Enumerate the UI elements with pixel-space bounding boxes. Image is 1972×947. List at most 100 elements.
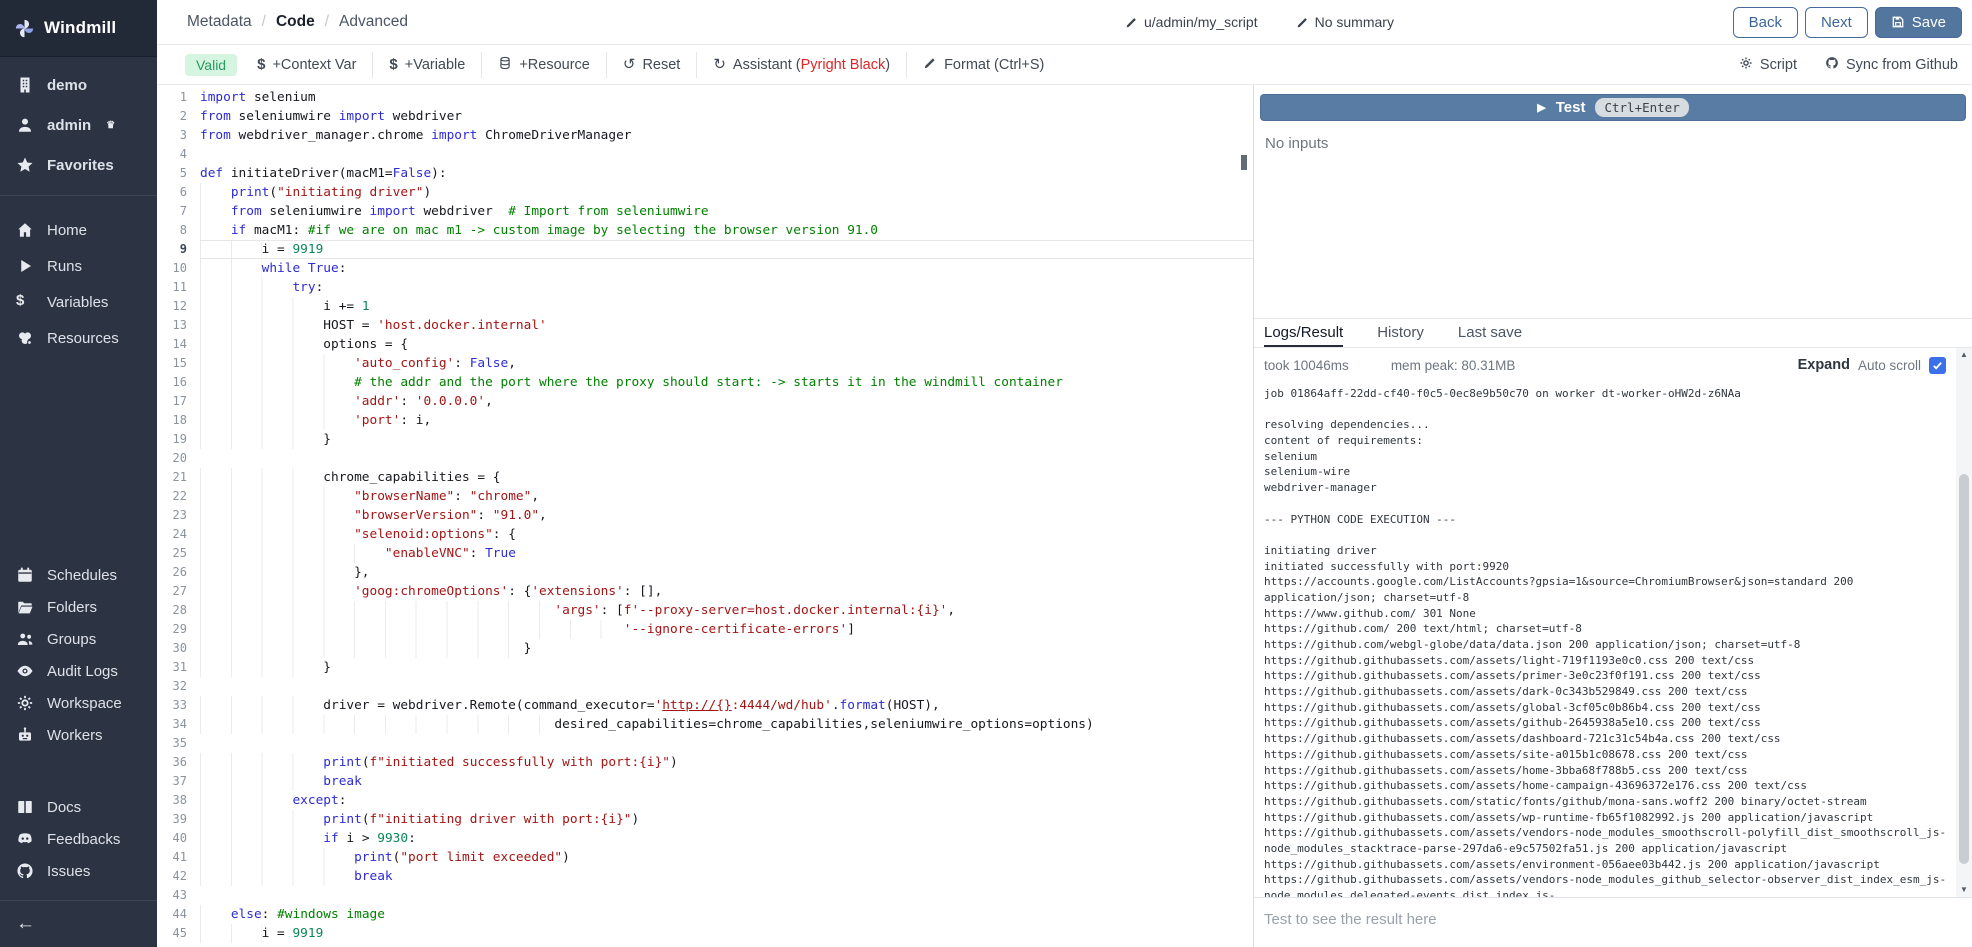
code-line[interactable]: 13 HOST = 'host.docker.internal' [157,316,1253,335]
sidebar-item-issues[interactable]: Issues [0,855,157,887]
code-line[interactable]: 25 "enableVNC": True [157,544,1253,563]
toolbar-button-reset[interactable]: ↺Reset [606,52,696,78]
code-line[interactable]: 38 except: [157,791,1253,810]
log-line [1264,527,1946,543]
script-path[interactable]: u/admin/my_script [1125,14,1258,30]
code-line[interactable]: 16 # the addr and the port where the pro… [157,373,1253,392]
tab-last-save[interactable]: Last save [1458,319,1522,347]
sidebar-item-schedules[interactable]: Schedules [0,559,157,591]
log-line: https://github.com/ 200 text/html; chars… [1264,621,1946,637]
code-line[interactable]: 12 i += 1 [157,297,1253,316]
code-line[interactable]: 33 driver = webdriver.Remote(command_exe… [157,696,1253,715]
sidebar-item-docs[interactable]: Docs [0,791,157,823]
sidebar-item-runs[interactable]: Runs [0,248,157,284]
code-line[interactable]: 30 } [157,639,1253,658]
code-line[interactable]: 35 [157,734,1253,753]
sidebar-item-audit-logs[interactable]: Audit Logs [0,655,157,687]
sidebar-item-resources[interactable]: Resources [0,320,157,356]
tab-history[interactable]: History [1377,319,1424,347]
scroll-up-arrow[interactable]: ▲ [1960,348,1968,362]
code-line[interactable]: 32 [157,677,1253,696]
toolbar-button-format-ctrl-s[interactable]: Format (Ctrl+S) [906,52,1060,78]
sidebar-item-groups[interactable]: Groups [0,623,157,655]
sidebar-item-folders[interactable]: Folders [0,591,157,623]
log-line: node_modules_delegated-events_dist_index… [1264,888,1946,897]
sidebar-item-home[interactable]: Home [0,212,157,248]
code-line[interactable]: 28 'args': [f'--proxy-server=host.docker… [157,601,1253,620]
code-line[interactable]: 9 i = 9919 [157,240,1253,259]
scrollbar-thumb[interactable] [1959,474,1969,864]
code-line[interactable]: 26 }, [157,563,1253,582]
line-number: 5 [157,164,187,183]
code-line[interactable]: 4 [157,145,1253,164]
code-line[interactable]: 14 options = { [157,335,1253,354]
code-line[interactable]: 10 while True: [157,259,1253,278]
sidebar-collapse-button[interactable]: ← [0,901,157,947]
code-line[interactable]: 8 if macM1: #if we are on mac m1 -> cust… [157,221,1253,240]
code-line[interactable]: 20 [157,449,1253,468]
code-line[interactable]: 7 from seleniumwire import webdriver # I… [157,202,1253,221]
code-line[interactable]: 39 print(f"initiating driver with port:{… [157,810,1253,829]
code-line[interactable]: 29 '--ignore-certificate-errors'] [157,620,1253,639]
script-summary[interactable]: No summary [1296,14,1394,30]
sidebar-item-workers[interactable]: Workers [0,719,157,751]
sidebar-item-favorites[interactable]: Favorites [0,145,157,185]
sidebar-item-demo[interactable]: demo [0,65,157,105]
code-line[interactable]: 42 break [157,867,1253,886]
next-button[interactable]: Next [1805,7,1868,38]
toolbar-button-sync-from-github[interactable]: Sync from Github [1825,52,1958,78]
autoscroll-checkbox[interactable] [1929,357,1946,374]
tab-code[interactable]: Code [276,13,315,31]
code-line[interactable]: 18 'port': i, [157,411,1253,430]
code-line[interactable]: 27 'goog:chromeOptions': {'extensions': … [157,582,1253,601]
code-line[interactable]: 19 } [157,430,1253,449]
sidebar-item-admin[interactable]: admin♛ [0,105,157,145]
tab-logs-result[interactable]: Logs/Result [1264,319,1343,347]
toolbar-button-variable[interactable]: $+Variable [372,52,481,78]
tab-metadata[interactable]: Metadata [187,13,252,31]
back-button[interactable]: Back [1733,7,1798,38]
tab-advanced[interactable]: Advanced [339,13,408,31]
github-icon [1825,56,1839,74]
code-line[interactable]: 3from webdriver_manager.chrome import Ch… [157,126,1253,145]
code-line[interactable]: 40 if i > 9930: [157,829,1253,848]
code-line[interactable]: 24 "selenoid:options": { [157,525,1253,544]
scroll-down-arrow[interactable]: ▼ [1960,883,1968,897]
sidebar-item-label: demo [47,77,87,94]
test-button[interactable]: ▶ Test Ctrl+Enter [1260,94,1966,121]
code-line[interactable]: 41 print("port limit exceeded") [157,848,1253,867]
toolbar-button-context-var[interactable]: $+Context Var [241,52,372,78]
code-line[interactable]: 31 } [157,658,1253,677]
toolbar-button-script[interactable]: Script [1739,52,1797,78]
code-line[interactable]: 11 try: [157,278,1253,297]
code-line[interactable]: 6 print("initiating driver") [157,183,1253,202]
code-line[interactable]: 43 [157,886,1253,905]
save-button[interactable]: Save [1875,7,1962,38]
sidebar-item-feedbacks[interactable]: Feedbacks [0,823,157,855]
expand-button[interactable]: Expand [1798,357,1850,373]
toolbar-button-resource[interactable]: +Resource [481,52,606,78]
code-line[interactable]: 34 desired_capabilities=chrome_capabilit… [157,715,1253,734]
code-line[interactable]: 5def initiateDriver(macM1=False): [157,164,1253,183]
code-line[interactable]: 17 'addr': '0.0.0.0', [157,392,1253,411]
code-line[interactable]: 22 "browserName": "chrome", [157,487,1253,506]
windmill-logo[interactable]: Windmill [0,0,157,57]
code-line[interactable]: 45 i = 9919 [157,924,1253,943]
log-line: https://github.githubassets.com/assets/g… [1264,700,1946,716]
code-line[interactable]: 15 'auto_config': False, [157,354,1253,373]
code-line[interactable]: 36 print(f"initiated successfully with p… [157,753,1253,772]
code-line[interactable]: 2from seleniumwire import webdriver [157,107,1253,126]
code-line[interactable]: 21 chrome_capabilities = { [157,468,1253,487]
sidebar-item-workspace[interactable]: Workspace [0,687,157,719]
toolbar-button-assistant-pyright-black[interactable]: ↻Assistant (Pyright Black) [696,52,906,78]
no-inputs-text: No inputs [1265,135,1966,152]
line-number: 13 [157,316,187,335]
code-editor[interactable]: 1import selenium2from seleniumwire impor… [157,85,1253,947]
code-line[interactable]: 37 break [157,772,1253,791]
book-icon [16,798,34,816]
code-line[interactable]: 23 "browserVersion": "91.0", [157,506,1253,525]
log-line: https://github.githubassets.com/assets/d… [1264,684,1946,700]
code-line[interactable]: 44 else: #windows image [157,905,1253,924]
code-line[interactable]: 1import selenium [157,88,1253,107]
sidebar-item-variables[interactable]: $Variables [0,284,157,320]
